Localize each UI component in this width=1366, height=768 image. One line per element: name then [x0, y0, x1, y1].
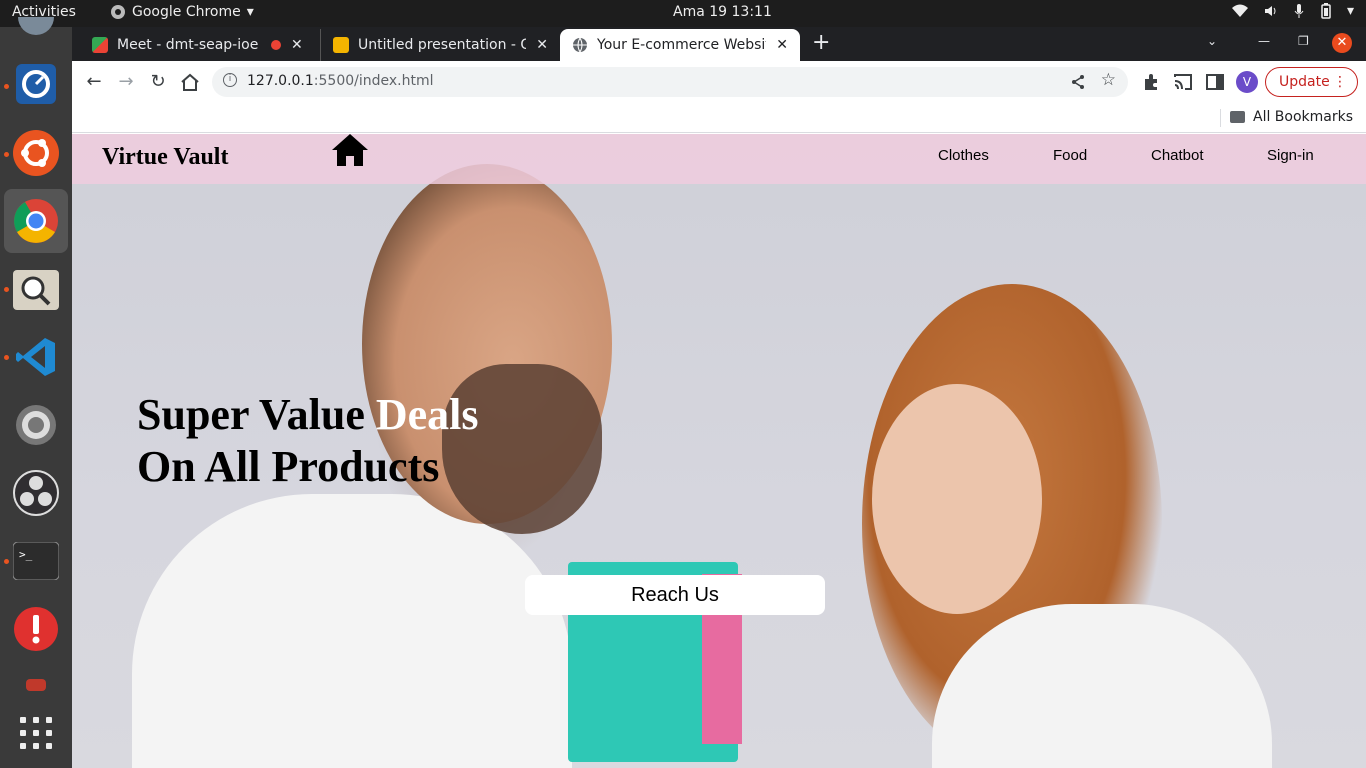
cast-icon[interactable] [1172, 71, 1194, 93]
obs-icon [13, 470, 59, 516]
nav-link-clothes[interactable]: Clothes [938, 147, 989, 164]
grid-icon [20, 717, 52, 749]
bookmarks-bar: All Bookmarks [72, 103, 1366, 133]
close-tab-icon[interactable]: ✕ [536, 37, 548, 53]
tab-strip: Meet - dmt-seap-ioe ✕ Untitled presentat… [72, 27, 1366, 61]
running-indicator [4, 559, 9, 564]
nav-link-food[interactable]: Food [1053, 147, 1087, 164]
gear-icon [16, 405, 56, 445]
meet-favicon-icon [92, 37, 108, 53]
dock-app-image-viewer[interactable] [10, 264, 62, 316]
svg-text:>_: >_ [19, 548, 33, 561]
app-menu-label: Google Chrome [132, 4, 241, 20]
nav-link-chatbot[interactable]: Chatbot [1151, 147, 1204, 164]
dock-app-obs[interactable] [10, 467, 62, 519]
address-bar[interactable]: i 127.0.0.1:5500/index.html ☆ [212, 67, 1128, 97]
url-text[interactable]: 127.0.0.1:5500/index.html [247, 73, 434, 89]
terminal-icon: >_ [13, 542, 59, 580]
vscode-icon [16, 338, 55, 376]
site-navbar: Virtue Vault Clothes Food Chatbot Sign-i… [72, 134, 1366, 184]
hero-line-2: On All Products [137, 442, 440, 491]
power-menu-chevron-icon: ▾ [1346, 3, 1354, 19]
share-icon[interactable] [1070, 74, 1086, 90]
ubuntu-icon [13, 130, 59, 176]
tab-ecommerce[interactable]: Your E-commerce Websit ✕ [560, 29, 800, 61]
battery-icon [1321, 3, 1331, 19]
show-applications-button[interactable] [10, 707, 62, 759]
side-panel-icon[interactable] [1204, 71, 1226, 93]
folder-icon [1230, 111, 1245, 123]
clock-app-icon [16, 64, 56, 104]
bookmark-star-icon[interactable]: ☆ [1101, 70, 1116, 90]
slides-favicon-icon [333, 37, 349, 53]
more-vertical-icon: ⋮ [1333, 74, 1347, 90]
dock-app-terminal[interactable]: >_ [10, 535, 62, 587]
profile-avatar[interactable]: V [1236, 71, 1258, 93]
all-bookmarks-button[interactable]: All Bookmarks [1253, 109, 1353, 125]
back-icon[interactable]: ← [83, 71, 105, 93]
chrome-icon [14, 199, 58, 243]
update-label: Update [1279, 74, 1330, 90]
tab-title: Meet - dmt-seap-ioe [117, 37, 259, 53]
maximize-button[interactable]: ❐ [1298, 34, 1309, 48]
dock-app-timer[interactable] [10, 58, 62, 110]
microphone-icon [1294, 4, 1304, 18]
dock-app-update-notifier[interactable] [10, 603, 62, 655]
system-tray[interactable]: ▾ [1231, 3, 1354, 19]
close-tab-icon[interactable]: ✕ [776, 37, 788, 53]
site-info-icon[interactable]: i [223, 73, 237, 87]
browser-window: Meet - dmt-seap-ioe ✕ Untitled presentat… [72, 27, 1366, 768]
dock: >_ [0, 17, 72, 768]
tab-title: Untitled presentation - Go [358, 37, 527, 53]
chrome-small-icon [111, 5, 125, 19]
home-icon[interactable] [330, 134, 370, 170]
clock[interactable]: Ama 19 13:11 [673, 4, 772, 20]
recording-icon [271, 40, 281, 50]
system-top-bar: Activities Google Chrome ▾ Ama 19 13:11 … [0, 0, 1366, 27]
browser-toolbar: ← → ↻ i 127.0.0.1:5500/index.html ☆ V Up… [72, 61, 1366, 103]
dock-app-partial-2[interactable] [10, 673, 62, 697]
hero-heading: Super Value Deals On All Products [137, 389, 479, 493]
home-button-icon[interactable] [179, 71, 201, 93]
update-button[interactable]: Update ⋮ [1265, 67, 1358, 97]
new-tab-button[interactable]: + [812, 30, 830, 55]
wifi-icon [1231, 4, 1248, 17]
volume-icon [1264, 6, 1276, 16]
page-viewport: Virtue Vault Clothes Food Chatbot Sign-i… [72, 134, 1366, 768]
close-tab-icon[interactable]: ✕ [291, 37, 303, 53]
running-indicator [4, 152, 9, 157]
tab-slides[interactable]: Untitled presentation - Go ✕ [320, 29, 560, 61]
tab-search-chevron-icon[interactable]: ⌄ [1207, 34, 1217, 48]
dock-app-vscode[interactable] [10, 331, 62, 383]
dock-app-settings[interactable] [10, 399, 62, 451]
dock-app-chrome[interactable] [4, 189, 68, 253]
app-menu[interactable]: Google Chrome ▾ [110, 4, 254, 20]
hero-image-woman-face [872, 384, 1042, 614]
site-logo[interactable]: Virtue Vault [102, 144, 228, 171]
minimize-button[interactable]: — [1258, 34, 1270, 48]
chevron-down-icon: ▾ [246, 4, 254, 20]
running-indicator [4, 355, 9, 360]
app-icon [26, 679, 46, 691]
globe-icon [573, 37, 587, 53]
forward-icon[interactable]: → [115, 71, 137, 93]
close-window-button[interactable]: ✕ [1332, 33, 1352, 53]
magnifier-app-icon [13, 270, 59, 310]
extensions-icon[interactable] [1140, 71, 1162, 93]
divider [1220, 109, 1221, 127]
running-indicator [4, 84, 9, 89]
dock-app-partial[interactable] [10, 15, 62, 39]
running-indicator [4, 287, 9, 292]
tab-meet[interactable]: Meet - dmt-seap-ioe ✕ [80, 29, 320, 61]
hero-image-man-shirt [132, 494, 572, 768]
reload-icon[interactable]: ↻ [147, 71, 169, 93]
reach-us-button[interactable]: Reach Us [525, 575, 825, 615]
nav-link-sign-in[interactable]: Sign-in [1267, 147, 1314, 164]
tab-title: Your E-commerce Websit [597, 37, 767, 53]
app-icon [18, 17, 54, 35]
hero-line-1: Super Value Deals [137, 390, 479, 439]
alert-icon [14, 607, 58, 651]
dock-app-ubuntu-software[interactable] [10, 127, 62, 179]
